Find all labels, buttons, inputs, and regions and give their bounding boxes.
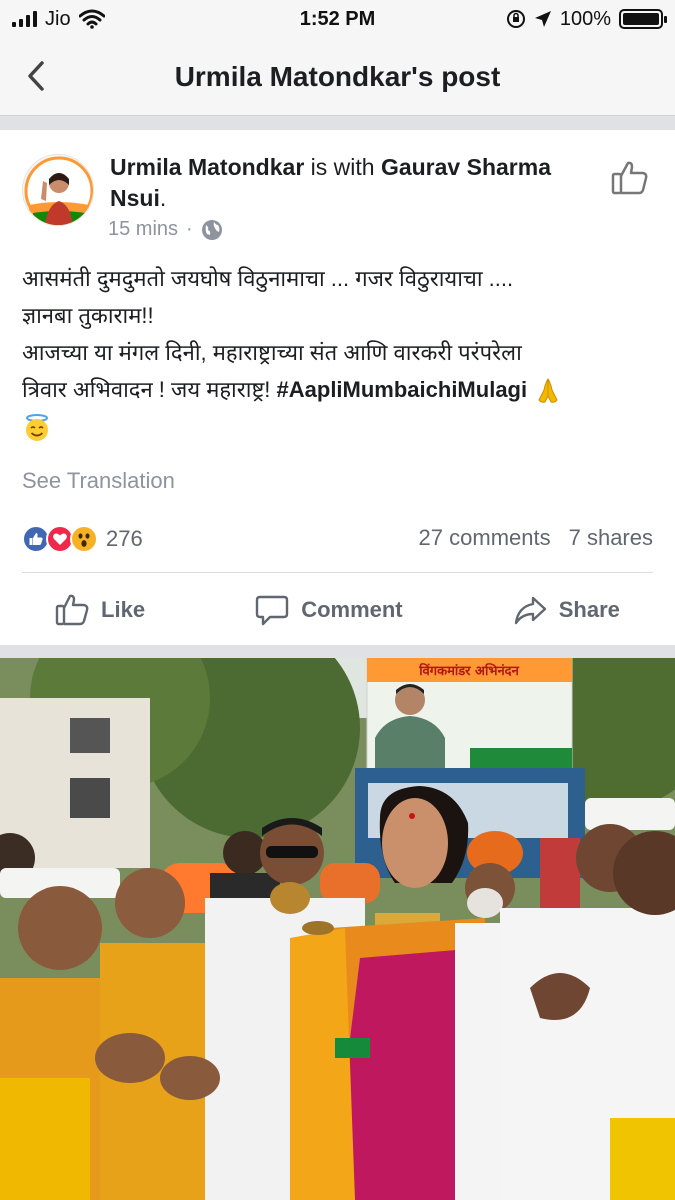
- heart-icon: [53, 533, 67, 545]
- post-line: ज्ञानबा तुकाराम!!: [22, 303, 154, 328]
- reactions-summary[interactable]: 276: [22, 522, 143, 556]
- dot-separator: ·: [186, 218, 193, 240]
- author-name[interactable]: Urmila Matondkar: [110, 154, 304, 180]
- shares-count[interactable]: 7 shares: [569, 525, 653, 551]
- post-line-last: त्रिवार अभिवादन ! जय महाराष्ट्र! #AapliM…: [22, 371, 662, 408]
- see-translation-link[interactable]: See Translation: [22, 468, 175, 494]
- comment-button[interactable]: Comment: [255, 593, 403, 627]
- page-title: Urmila Matondkar's post: [174, 60, 501, 92]
- battery-percent: 100%: [559, 7, 611, 30]
- post-stats: 27 comments 7 shares: [419, 525, 653, 551]
- smiling-halo-emoji: [26, 414, 48, 442]
- share-icon: [514, 596, 546, 625]
- battery-icon: [619, 9, 667, 29]
- author-avatar[interactable]: [22, 154, 94, 226]
- action-bar: Like Comment Share: [0, 582, 675, 638]
- location-icon: [534, 11, 551, 27]
- rotation-lock-icon: [506, 10, 525, 28]
- post-line: त्रिवार अभिवादन ! जय महाराष्ट्र!: [22, 377, 277, 402]
- wow-reaction-icon: [70, 525, 98, 553]
- folded-hands-emoji: [538, 378, 558, 403]
- comment-icon: [255, 595, 289, 626]
- like-label: Like: [101, 597, 146, 622]
- post-line: आजच्या या मंगल दिनी, महाराष्ट्राच्या संत…: [22, 340, 522, 365]
- share-button[interactable]: Share: [513, 593, 620, 627]
- post-card: Urmila Matondkar is with Gaurav Sharma N…: [0, 130, 675, 645]
- back-button[interactable]: [18, 58, 54, 94]
- post-line-emoji: [22, 408, 662, 445]
- wow-icon: [78, 533, 90, 547]
- comment-label: Comment: [301, 597, 403, 622]
- thumbs-up-icon: [29, 533, 43, 545]
- post-photo[interactable]: विंगकमांडर अभिनंदन: [0, 658, 675, 1200]
- banner-title: विंगकमांडर अभिनंदन: [418, 662, 519, 679]
- thumbs-up-icon: [611, 161, 648, 195]
- carrier-label: Jio: [45, 7, 71, 30]
- post-body: आसमंती दुमदुमतो जयघोष विठुनामाचा ... गजर…: [22, 260, 662, 445]
- status-left: Jio: [12, 8, 262, 31]
- avatar-image: [23, 155, 93, 225]
- nav-bar: Urmila Matondkar's post: [0, 38, 675, 116]
- reaction-count: 276: [106, 526, 143, 551]
- like-page-button[interactable]: [611, 160, 649, 201]
- divider: [22, 572, 653, 573]
- signal-icon: [12, 11, 37, 27]
- post-meta: 15 mins ·: [108, 218, 223, 241]
- chevron-left-icon: [28, 61, 44, 91]
- post-line: आसमंती दुमदुमतो जयघोष विठुनामाचा ... गजर…: [22, 266, 514, 291]
- status-bar: Jio 1:52 PM 100%: [0, 0, 675, 38]
- post-header-text: Urmila Matondkar is with Gaurav Sharma N…: [110, 152, 590, 214]
- wifi-icon: [78, 9, 105, 29]
- share-label: Share: [558, 597, 620, 622]
- status-time: 1:52 PM: [299, 7, 376, 30]
- comments-count[interactable]: 27 comments: [419, 525, 551, 551]
- thumbs-up-icon: [55, 594, 89, 626]
- status-right: 100%: [413, 7, 667, 31]
- hashtag-link[interactable]: #AapliMumbaichiMulagi: [277, 377, 528, 402]
- photo-image: विंगकमांडर अभिनंदन: [0, 658, 675, 1200]
- period: .: [159, 185, 167, 211]
- like-button[interactable]: Like: [55, 593, 145, 627]
- globe-icon: [201, 219, 222, 240]
- post-time[interactable]: 15 mins: [108, 218, 178, 241]
- with-text: is with: [304, 154, 381, 180]
- battery-fill: [623, 13, 659, 25]
